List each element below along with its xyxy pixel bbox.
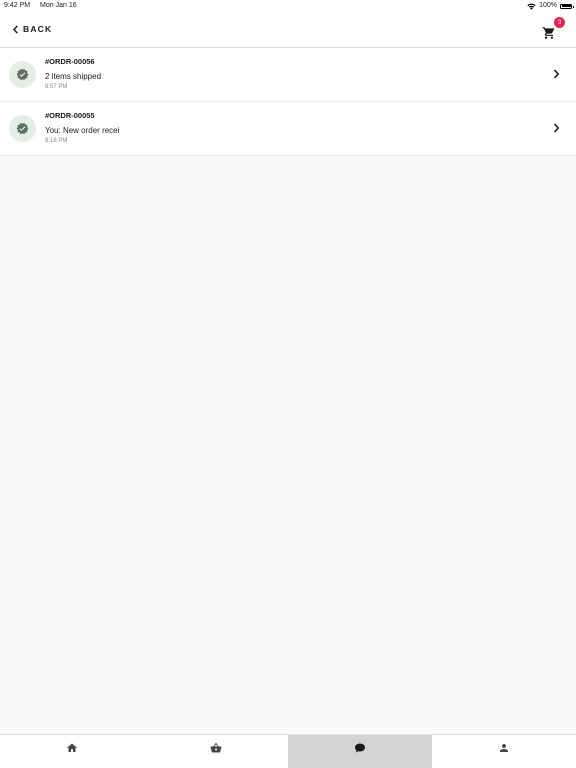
battery-percent: 100% [539, 2, 557, 9]
bottom-nav [0, 734, 576, 768]
status-time: 9:42 PM [4, 2, 31, 9]
status-date: Mon Jan 16 [40, 2, 77, 9]
verified-badge-icon [16, 68, 29, 81]
tab-home[interactable] [0, 735, 144, 768]
cart-button[interactable]: 3 [542, 17, 565, 42]
wifi-icon [527, 3, 536, 10]
status-bar: 9:42 PM Mon Jan 16 100% [0, 0, 576, 12]
chevron-left-icon [12, 24, 18, 34]
chevron-right-icon [553, 69, 560, 79]
tab-messages[interactable] [288, 735, 432, 768]
order-message: You: New order recei [45, 126, 120, 135]
order-list: #ORDR-00056 2 items shipped 8:57 PM #ORD… [0, 48, 576, 156]
back-button[interactable]: BACK [12, 22, 52, 36]
order-avatar [9, 61, 36, 88]
order-avatar [9, 115, 36, 142]
status-left: 9:42 PM Mon Jan 16 [4, 0, 77, 12]
header: BACK 3 [0, 12, 576, 48]
battery-fill [561, 5, 571, 7]
verified-badge-icon [16, 122, 29, 135]
person-icon [500, 744, 508, 752]
home-icon [67, 743, 77, 752]
status-right: 100% [527, 0, 574, 12]
tab-basket[interactable] [144, 735, 288, 768]
cart-count-badge: 3 [554, 17, 565, 28]
order-message: 2 items shipped [45, 72, 102, 81]
cart-icon [542, 27, 555, 39]
order-list-item[interactable]: #ORDR-00056 2 items shipped 8:57 PM [0, 48, 576, 102]
order-number: #ORDR-00055 [45, 111, 95, 120]
chat-icon [355, 743, 365, 753]
screen: 9:42 PM Mon Jan 16 100% BACK 3 #ORDR-000… [0, 0, 576, 768]
chevron-right-icon [553, 123, 560, 133]
tab-profile[interactable] [432, 735, 576, 768]
order-number: #ORDR-00056 [45, 57, 95, 66]
back-label: BACK [23, 24, 53, 34]
order-time: 8:18 PM [45, 138, 68, 144]
battery-icon [560, 3, 574, 9]
order-list-item[interactable]: #ORDR-00055 You: New order recei 8:18 PM [0, 102, 576, 156]
order-time: 8:57 PM [45, 84, 68, 90]
basket-icon [210, 742, 222, 753]
